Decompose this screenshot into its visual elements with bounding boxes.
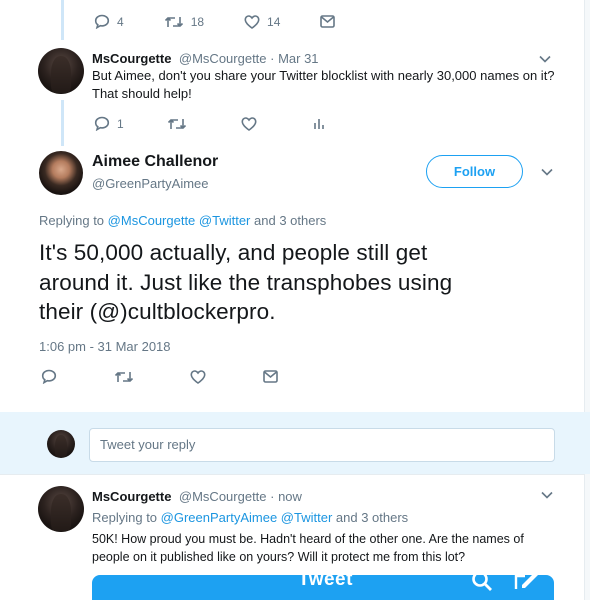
reply2-text-line: people on it published like on yours? Wi… bbox=[92, 550, 466, 564]
reply2-name[interactable]: MsCourgette bbox=[92, 489, 171, 504]
follow-button[interactable]: Follow bbox=[426, 155, 523, 188]
chevron-down-icon[interactable] bbox=[540, 490, 554, 500]
avatar-mscourgette[interactable] bbox=[38, 486, 84, 532]
reply-icon bbox=[41, 369, 57, 384]
image-caption: Tweet bbox=[298, 575, 353, 590]
compose-avatar bbox=[47, 430, 75, 458]
reply1-actions: 1 bbox=[94, 116, 325, 131]
reply-icon bbox=[94, 116, 110, 131]
reply1-text-line: But Aimee, don't you share your Twitter … bbox=[92, 68, 555, 83]
reply1-header: MsCourgette @MsCourgette · Mar 31 bbox=[92, 50, 319, 68]
reply-action[interactable] bbox=[41, 369, 57, 384]
main-tweet-text-line: around it. Just like the transphobes usi… bbox=[39, 269, 453, 295]
reply2-replying-to: Replying to @GreenPartyAimee @Twitter an… bbox=[92, 510, 408, 525]
message-icon bbox=[320, 15, 336, 28]
main-tweet-name[interactable]: Aimee Challenor bbox=[92, 153, 218, 171]
replying-prefix: Replying to bbox=[92, 510, 158, 525]
reply2-text-line: 50K! How proud you must be. Hadn't heard… bbox=[92, 532, 524, 546]
reply2-text: 50K! How proud you must be. Hadn't heard… bbox=[92, 530, 577, 566]
reply-count: 1 bbox=[117, 116, 124, 131]
reply-action[interactable]: 4 bbox=[94, 14, 124, 29]
like-action[interactable] bbox=[241, 116, 257, 131]
main-tweet-text-line: It's 50,000 actually, and people still g… bbox=[39, 240, 428, 265]
reply-action[interactable]: 1 bbox=[94, 116, 124, 131]
main-tweet-actions bbox=[41, 369, 278, 384]
replying-prefix: Replying to bbox=[39, 213, 105, 228]
message-action[interactable] bbox=[263, 370, 278, 383]
retweet-count: 18 bbox=[190, 14, 205, 29]
reply1-name[interactable]: MsCourgette bbox=[92, 51, 171, 66]
like-icon bbox=[241, 116, 257, 131]
reply1-text: But Aimee, don't you share your Twitter … bbox=[92, 67, 572, 103]
reply2-header: MsCourgette @MsCourgette · now bbox=[92, 488, 302, 506]
replying-others-link[interactable]: and 3 others bbox=[336, 510, 408, 525]
reply-icon bbox=[94, 14, 110, 29]
compose-icon bbox=[514, 575, 538, 589]
analytics-action[interactable] bbox=[313, 117, 325, 130]
avatar-mscourgette[interactable] bbox=[38, 48, 84, 94]
reply2-handle-date[interactable]: @MsCourgette · now bbox=[179, 489, 302, 504]
like-count: 14 bbox=[267, 14, 281, 29]
analytics-icon bbox=[313, 119, 324, 129]
retweet-action[interactable] bbox=[114, 370, 134, 384]
like-icon bbox=[190, 369, 206, 384]
like-icon bbox=[244, 14, 260, 29]
replying-handles-link[interactable]: @GreenPartyAimee @Twitter bbox=[161, 510, 333, 525]
main-replying-to: Replying to @MsCourgette @Twitter and 3 … bbox=[39, 213, 326, 228]
top-tweet-actions: 4 18 14 bbox=[94, 14, 336, 29]
main-tweet-timestamp[interactable]: 1:06 pm - 31 Mar 2018 bbox=[39, 339, 171, 354]
retweet-icon bbox=[164, 16, 183, 27]
reply1-text-line: That should help! bbox=[92, 86, 192, 101]
reply1-handle-date[interactable]: @MsCourgette · Mar 31 bbox=[179, 51, 319, 66]
replying-handles-link[interactable]: @MsCourgette @Twitter bbox=[108, 213, 251, 228]
chevron-down-icon[interactable] bbox=[540, 167, 554, 177]
like-action[interactable]: 14 bbox=[244, 15, 280, 29]
reply-count: 4 bbox=[117, 14, 124, 29]
avatar-aimee[interactable] bbox=[39, 151, 83, 195]
message-action[interactable] bbox=[320, 15, 336, 28]
scrollbar-track[interactable] bbox=[584, 0, 590, 600]
attached-image-preview[interactable]: Tweet bbox=[92, 575, 554, 600]
main-tweet-text-line: their (@)cultblockerpro. bbox=[39, 299, 276, 324]
chevron-down-icon[interactable] bbox=[538, 54, 552, 64]
main-tweet-text: It's 50,000 actually, and people still g… bbox=[39, 238, 559, 327]
like-action[interactable] bbox=[190, 369, 206, 384]
retweet-icon bbox=[114, 371, 134, 382]
thread-line-top bbox=[61, 0, 64, 40]
thread-line-middle bbox=[61, 100, 64, 146]
divider bbox=[0, 474, 584, 475]
retweet-icon bbox=[167, 118, 186, 129]
retweet-action[interactable] bbox=[167, 117, 187, 131]
retweet-action[interactable]: 18 bbox=[164, 15, 204, 29]
main-tweet-handle[interactable]: @GreenPartyAimee bbox=[92, 176, 209, 191]
replying-others-link[interactable]: and 3 others bbox=[254, 213, 326, 228]
message-icon bbox=[263, 370, 278, 383]
reply-input[interactable]: Tweet your reply bbox=[89, 428, 555, 462]
search-icon bbox=[472, 575, 492, 591]
